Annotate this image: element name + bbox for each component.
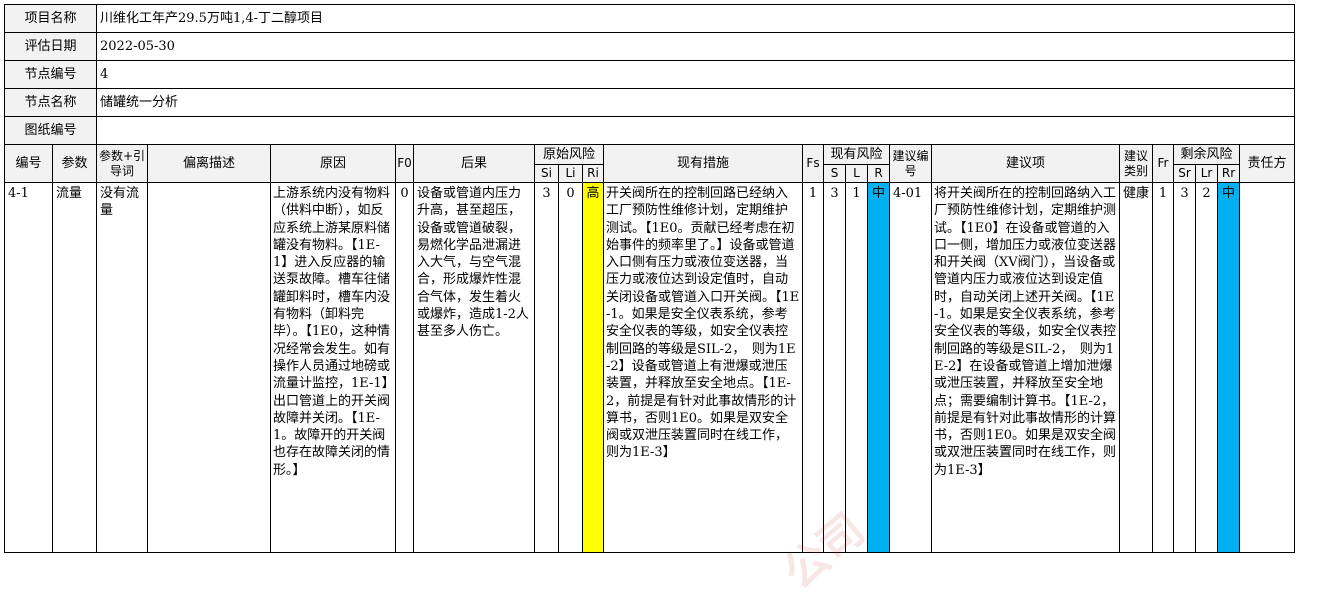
header-f0: F0 [395,144,414,183]
header-consequence: 后果 [413,144,535,183]
header-no: 编号 [4,144,53,183]
row-rr-badge: 中 [1217,182,1240,553]
header-param: 参数 [52,144,97,183]
meta-row-drawing: 图纸编号 [4,116,1295,145]
row-si: 3 [534,182,559,553]
meta-row-node-no: 节点编号 4 [4,60,1295,89]
row-sr: 3 [1173,182,1196,553]
row-ri-badge: 高 [582,182,604,553]
node-no-label: 节点编号 [4,60,97,89]
header-rr: Rr [1217,164,1240,183]
project-label: 项目名称 [4,4,97,33]
header-rec-type: 建议类别 [1119,144,1153,183]
header-ri: Ri [582,164,604,183]
header-r: R [867,164,890,183]
meta-row-date: 评估日期 2022-05-30 [4,32,1295,61]
row-rec-no: 4-01 [889,182,932,553]
header-recommendation: 建议项 [931,144,1120,183]
header-li: Li [558,164,583,183]
row-fs: 1 [802,182,824,553]
header-lr: Lr [1195,164,1218,183]
table-row: 4-1 流量 没有流量 上游系统内没有物料（供料中断），如反应系统上游某原料储罐… [4,182,1295,553]
header-fr: Fr [1152,144,1174,183]
row-recommendation: 将开关阀所在的控制回路纳入工厂预防性维修计划，定期维护测试。【1E0】在设备或管… [931,182,1120,553]
row-no: 4-1 [4,182,53,553]
row-consequence: 设备或管道内压力升高，甚至超压，设备或管道破裂，易燃化学品泄漏进入大气，与空气混… [413,182,535,553]
header-s: S [823,164,846,183]
header-row-main: 编号 参数 参数+引导词 偏离描述 原因 F0 后果 原始风险 现有措施 Fs … [4,144,1295,183]
row-li: 0 [558,182,583,553]
meta-row-project: 项目名称 川维化工年产29.5万吨1,4-丁二醇项目 [4,4,1295,33]
row-l: 1 [845,182,868,553]
header-residual-risk: 剩余风险 [1173,144,1240,165]
hazop-worksheet: 项目名称 川维化工年产29.5万吨1,4-丁二醇项目 评估日期 2022-05-… [4,4,1295,553]
row-fr: 1 [1152,182,1174,553]
header-deviation: 偏离描述 [147,144,271,183]
row-r-badge: 中 [867,182,890,553]
node-no-value: 4 [96,60,1295,89]
row-rec-type: 健康 [1119,182,1153,553]
header-l: L [845,164,868,183]
row-cause: 上游系统内没有物料（供料中断），如反应系统上游某原料储罐没有物料。【1E-1】进… [270,182,396,553]
project-value: 川维化工年产29.5万吨1,4-丁二醇项目 [96,4,1295,33]
row-measures: 开关阀所在的控制回路已经纳入工厂预防性维修计划，定期维护测试。【1E0。贡献已经… [603,182,803,553]
header-cause: 原因 [270,144,396,183]
header-current-risk: 现有风险 [823,144,890,165]
drawing-label: 图纸编号 [4,116,97,145]
row-owner [1239,182,1295,553]
row-lr: 2 [1195,182,1218,553]
header-param-guide: 参数+引导词 [96,144,148,183]
row-s: 3 [823,182,846,553]
header-sr: Sr [1173,164,1196,183]
header-rec-no: 建议编号 [889,144,932,183]
date-value: 2022-05-30 [96,32,1295,61]
header-fs: Fs [802,144,824,183]
row-f0: 0 [395,182,414,553]
row-param: 流量 [52,182,97,553]
header-si: Si [534,164,559,183]
header-measures: 现有措施 [603,144,803,183]
row-guide: 没有流量 [96,182,148,553]
meta-row-node-name: 节点名称 储罐统一分析 [4,88,1295,117]
row-deviation [147,182,271,553]
header-owner: 责任方 [1239,144,1295,183]
date-label: 评估日期 [4,32,97,61]
node-name-label: 节点名称 [4,88,97,117]
header-original-risk: 原始风险 [534,144,604,165]
drawing-value [96,116,1295,145]
hazop-table: 项目名称 川维化工年产29.5万吨1,4-丁二醇项目 评估日期 2022-05-… [4,4,1295,553]
node-name-value: 储罐统一分析 [96,88,1295,117]
